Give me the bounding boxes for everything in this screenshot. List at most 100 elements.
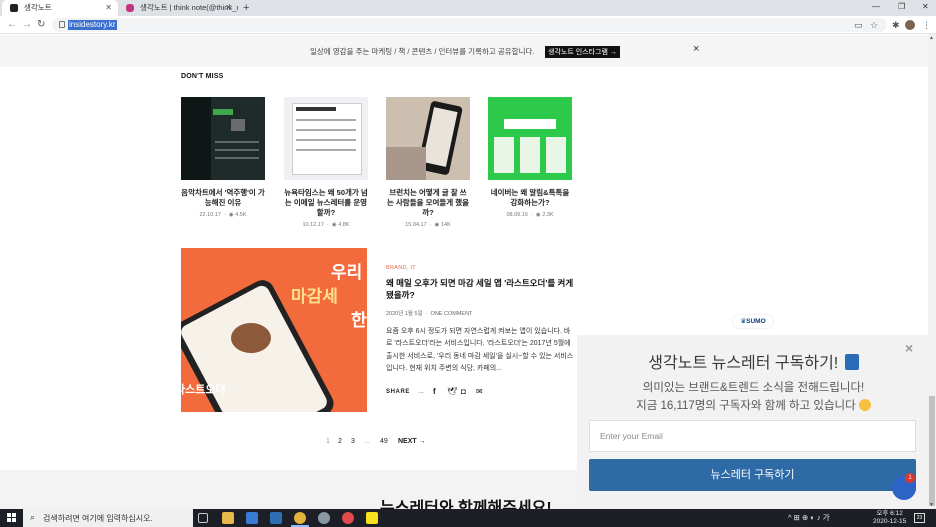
menu-icon[interactable]: ⋮ — [922, 19, 931, 31]
facebook-icon[interactable]: f — [433, 387, 436, 396]
forward-icon[interactable]: → — [22, 18, 32, 32]
feature-category[interactable]: BRAND, IT — [386, 265, 416, 271]
taskbar-clock[interactable]: 오후 6:12 2020-12-15 — [873, 510, 906, 526]
page-link[interactable]: 2 — [338, 438, 342, 445]
feature-image[interactable]: 우리 마감세 한 라스트오더 — [181, 248, 367, 412]
instagram-link-button[interactable]: 생각노트 인스타그램 → — [545, 46, 620, 58]
back-icon[interactable]: ← — [7, 18, 17, 32]
post-title[interactable]: 뉴욕타임스는 왜 50개가 넘는 이메일 뉴스레터를 운영할까? — [284, 188, 368, 218]
site-favicon-icon — [10, 4, 18, 12]
minimize-icon[interactable]: — — [872, 0, 880, 14]
store-icon[interactable] — [246, 512, 258, 524]
sumo-badge[interactable]: ♛SUMO — [733, 315, 773, 328]
post-title[interactable]: 네이버는 왜 알림&톡톡을 강화하는가? — [488, 188, 572, 208]
scroll-up-icon[interactable]: ▲ — [929, 35, 934, 41]
close-banner-icon[interactable]: × — [693, 43, 699, 55]
kakaotalk-icon[interactable] — [366, 512, 378, 524]
post-card[interactable]: 뉴욕타임스는 왜 50개가 넘는 이메일 뉴스레터를 운영할까? 10.12.1… — [284, 97, 368, 228]
app-icon[interactable] — [318, 512, 330, 524]
subscribe-button[interactable]: 뉴스레터 구독하기 — [589, 459, 916, 491]
post-card[interactable]: 브런치는 어떻게 글 잘 쓰는 사람들을 모여들게 했을까? 15.04.17 … — [386, 97, 470, 228]
twitter-icon[interactable]: 🕊 — [447, 387, 457, 396]
instagram-icon — [126, 4, 134, 12]
page-link[interactable]: 1 — [326, 438, 330, 445]
notification-center-icon[interactable]: 23 — [914, 513, 925, 523]
feature-article: BRAND, IT 왜 매일 오후가 되면 마감 세일 앱 '라스트오더'를 켜… — [367, 248, 573, 412]
lock-icon — [59, 21, 65, 28]
windows-start-icon[interactable] — [7, 513, 17, 523]
cast-icon[interactable]: ▭ — [854, 19, 863, 31]
page-scrollbar[interactable]: ▲ ▼ — [928, 34, 936, 510]
page-link[interactable]: 49 — [380, 438, 388, 445]
tab-instagram[interactable]: 생각노트 | think note(@think_n… ✕ — [118, 0, 238, 16]
popup-line1: 의미있는 브랜드&트렌드 소식을 전해드립니다! — [642, 382, 865, 394]
tab-label: 생각노트 | think note(@think_n… — [140, 3, 238, 12]
app-icon[interactable] — [342, 512, 354, 524]
clock-time: 오후 6:12 — [876, 510, 903, 517]
banner-message: 일상에 영감을 주는 마케팅 / 책 / 콘텐츠 / 인터뷰를 기록하고 공유합… — [310, 47, 535, 56]
address-bar[interactable]: insidestory.kr ▭ ☆ — [52, 18, 887, 32]
extensions-icon[interactable]: ✱ — [892, 19, 900, 31]
post-views: 4.8K — [338, 222, 350, 228]
eye-icon: ◉ — [434, 222, 440, 228]
post-card[interactable]: 네이버는 왜 알림&톡톡을 강화하는가? 08.09.16 · ◉ 2.3K — [488, 97, 572, 218]
close-window-icon[interactable]: ✕ — [922, 0, 929, 14]
scrollbar-thumb[interactable] — [929, 396, 935, 506]
post-thumbnail[interactable] — [284, 97, 368, 180]
profile-avatar[interactable] — [905, 20, 915, 30]
post-views: 14K — [440, 222, 451, 228]
feature-image-text: 우리 — [331, 263, 363, 282]
file-explorer-icon[interactable] — [222, 512, 234, 524]
feature-image-text: 라스트오더 — [181, 384, 226, 396]
pocket-icon[interactable]: ◘ — [461, 387, 466, 396]
scroll-down-icon[interactable]: ▼ — [929, 502, 934, 508]
email-input[interactable]: Enter your Email — [589, 420, 916, 452]
popup-line2-text: 지금 16,117명의 구독자와 함께 하고 있습니다 — [636, 400, 856, 412]
chrome-icon[interactable] — [291, 512, 309, 527]
windows-taskbar: ⌕ 검색하려면 여기에 입력하십시오. ^ ⊞ ⊕ ◐ ♪ 가 오후 6:12 … — [0, 509, 936, 527]
eye-icon: ◉ — [228, 212, 234, 218]
eye-icon: ◉ — [535, 212, 541, 218]
bookmark-star-icon[interactable]: ☆ — [870, 19, 878, 31]
url-text[interactable]: insidestory.kr — [68, 20, 117, 30]
email-icon[interactable]: ✉ — [476, 387, 483, 396]
new-tab-icon[interactable]: + — [243, 0, 249, 16]
clock-date: 2020-12-15 — [873, 518, 907, 525]
eye-icon: ◉ — [331, 222, 337, 228]
post-meta: 15.04.17 · ◉ 14K — [405, 222, 451, 228]
mail-icon[interactable] — [270, 512, 282, 524]
popup-heading: 생각노트 뉴스레터 구독하기! — [577, 349, 930, 373]
reload-icon[interactable]: ↻ — [37, 18, 45, 32]
next-page-link[interactable]: NEXT → — [398, 438, 426, 445]
post-thumbnail[interactable] — [386, 97, 470, 180]
post-thumbnail[interactable] — [488, 97, 572, 180]
taskbar-search-placeholder: 검색하려면 여기에 입력하십시오. — [43, 514, 153, 523]
post-date: 15.04.17 — [405, 222, 427, 228]
post-card[interactable]: 음악차트에서 '역주행'이 가능해진 이유 22.10.17 · ◉ 4.5K — [181, 97, 265, 218]
browser-toolbar: ← → ↻ insidestory.kr ▭ ☆ ✱ ⋮ — [0, 16, 936, 34]
post-views: 4.5K — [235, 212, 247, 218]
newsletter-section: 뉴스레터와 함께해주세요! — [0, 470, 580, 517]
task-view-icon[interactable] — [198, 513, 208, 523]
page-ellipsis: ... — [364, 438, 370, 445]
post-date: 08.09.16 — [506, 212, 528, 218]
page-link[interactable]: 3 — [351, 438, 355, 445]
feature-date: 2020년 1월 5일 — [386, 311, 423, 317]
taskbar-search[interactable]: ⌕ 검색하려면 여기에 입력하십시오. — [23, 509, 193, 527]
search-icon: ⌕ — [30, 512, 36, 522]
share-arrow-icon: → — [417, 387, 425, 396]
close-tab-icon[interactable]: ✕ — [105, 0, 112, 16]
newsletter-popup: × 생각노트 뉴스레터 구독하기! 의미있는 브랜드&트렌드 소식을 전해드립니… — [577, 335, 930, 510]
restore-icon[interactable]: ❐ — [898, 0, 905, 14]
post-title[interactable]: 음악차트에서 '역주행'이 가능해진 이유 — [181, 188, 265, 208]
post-thumbnail[interactable] — [181, 97, 265, 180]
feature-title[interactable]: 왜 매일 오후가 되면 마감 세일 앱 '라스트오더'를 켜게 됐을까? — [386, 277, 576, 301]
chat-button[interactable]: 1 — [892, 473, 916, 500]
feature-comments[interactable]: ONE COMMENT — [431, 311, 473, 317]
feature-image-text: 한 — [351, 311, 367, 330]
system-tray[interactable]: ^ ⊞ ⊕ ◐ ♪ 가 — [788, 512, 830, 523]
book-icon — [844, 354, 859, 370]
close-tab-icon[interactable]: ✕ — [225, 0, 232, 16]
tab-active[interactable]: 생각노트 ✕ — [2, 0, 118, 16]
post-title[interactable]: 브런치는 어떻게 글 잘 쓰는 사람들을 모여들게 했을까? — [386, 188, 470, 218]
